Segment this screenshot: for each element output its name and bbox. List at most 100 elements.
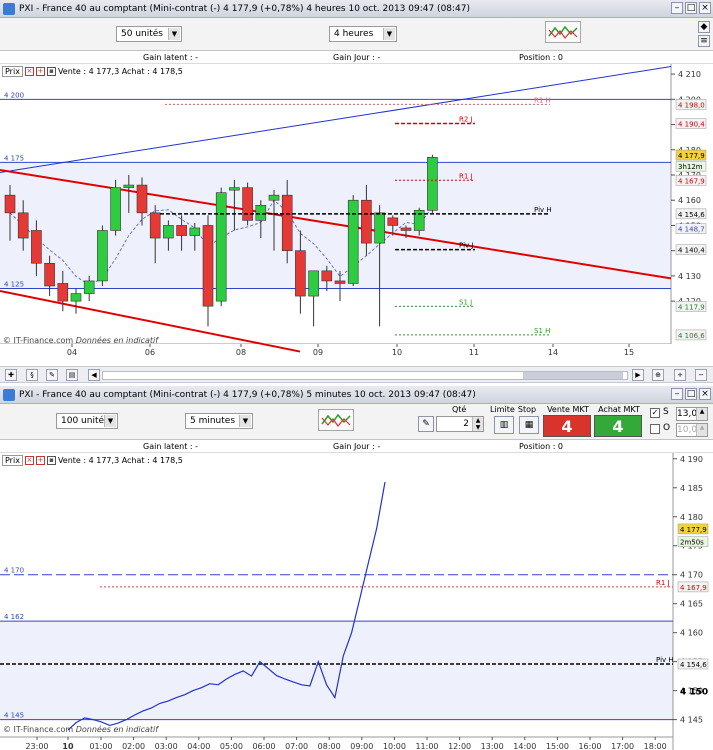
stepper-icon[interactable]: ▲	[696, 408, 707, 420]
candle-body	[400, 227, 412, 231]
top-info-bar: Gain latent : - Gain Jour : - Position :…	[0, 52, 713, 64]
edit-series-icon[interactable]: ▪	[46, 67, 56, 76]
candle-body	[136, 184, 148, 214]
price-tag[interactable]: Prix	[2, 66, 23, 77]
chevron-down-icon: ▼	[168, 28, 180, 40]
candle-body	[70, 293, 82, 302]
x-tick-label: 17:00	[611, 742, 634, 750]
stepper-icon[interactable]: ▲ ▼	[472, 417, 483, 431]
add-series-icon[interactable]: +	[35, 456, 45, 465]
bottom-line-chart[interactable]: 4 1904 1854 1804 1754 1704 1654 1604 155…	[0, 453, 713, 750]
buy-market-button[interactable]: 4 1785	[594, 415, 642, 458]
y-tick-label: 4 190	[680, 455, 703, 464]
close-icon[interactable]: ×	[699, 2, 711, 14]
candle-body	[334, 280, 346, 284]
bottom-quantity-value: 100 unités	[61, 416, 109, 426]
qty-input[interactable]: 2 ▲ ▼	[436, 416, 484, 432]
top-scrollbar[interactable]: ✚ § ✎ ▤ ◀ ▶ ⊕ + −	[0, 366, 713, 383]
top-candlestick-chart[interactable]: 4 2104 2004 1904 1804 1704 1604 1504 140…	[0, 64, 713, 367]
qty-value: 2	[463, 419, 469, 429]
y-tick-label: 4 210	[678, 70, 701, 79]
qty-label: Qté	[452, 405, 467, 414]
candle-body	[295, 250, 306, 297]
candle-body	[83, 280, 95, 294]
price-badge-text: 4 154,6	[678, 211, 705, 219]
candle-body	[202, 225, 214, 307]
candle-body	[44, 262, 55, 287]
candle-body	[4, 194, 16, 214]
top-title-bar[interactable]: PXI - France 40 au comptant (Mini-contra…	[0, 0, 713, 18]
y-tick-label: 4 170	[680, 571, 703, 580]
top-scroll-thumb[interactable]	[523, 372, 623, 379]
top-scroll-track[interactable]	[102, 371, 628, 380]
horizontal-line-label: 4 125	[4, 281, 24, 289]
x-tick-label: 02:00	[122, 742, 145, 750]
top-footer-note: © IT-Finance.com Données en indicatif	[3, 336, 158, 345]
top-window-title: PXI - France 40 au comptant (Mini-contra…	[19, 3, 471, 14]
scroll-right-icon[interactable]: ▶	[632, 369, 644, 381]
x-tick-label: 06:00	[252, 742, 275, 750]
close-series-icon[interactable]: ×	[24, 67, 34, 76]
top-quantity-select[interactable]: 50 unités ▼	[116, 26, 182, 42]
bottom-quantity-select[interactable]: 100 unités ▼	[56, 413, 118, 429]
top-period-value: 4 heures	[334, 29, 374, 39]
x-tick-label: 15	[624, 348, 634, 357]
x-tick-label: 04	[67, 348, 77, 357]
price-badge-text: 4 167,9	[678, 177, 705, 185]
candle-body	[427, 157, 438, 211]
drawing-icon[interactable]: ✎	[46, 369, 58, 381]
scroll-left-icon[interactable]: ◀	[88, 369, 100, 381]
y-tick-label: 4 130	[678, 272, 701, 281]
add-series-icon[interactable]: +	[35, 67, 45, 76]
stepper-icon[interactable]: ▲	[696, 424, 707, 436]
o-value-input[interactable]: 10,0 ▲	[676, 423, 708, 437]
top-period-select[interactable]: 4 heures ▼	[329, 26, 397, 42]
minimize-icon[interactable]: –	[671, 2, 683, 14]
price-badge-text: 4 177,9	[678, 152, 705, 160]
maximize-icon[interactable]: □	[685, 2, 697, 14]
price-tag[interactable]: Prix	[2, 455, 23, 466]
crosshair-icon[interactable]: ✚	[5, 369, 17, 381]
o-checkbox[interactable]	[650, 424, 660, 434]
bottom-period-select[interactable]: 5 minutes ▼	[185, 413, 253, 429]
buy-label: Achat MKT	[598, 405, 640, 414]
sell-market-button[interactable]: 4 1773	[543, 415, 591, 458]
edit-series-icon[interactable]: ▪	[46, 456, 56, 465]
bottom-title-bar[interactable]: PXI - France 40 au comptant (Mini-contra…	[0, 386, 713, 404]
candle-body	[268, 194, 280, 201]
price-badge-text: 4 198,0	[678, 101, 705, 109]
s-label: S	[663, 407, 669, 417]
settings-small-icon[interactable]: ≡	[698, 35, 710, 47]
x-tick-label: 13:00	[481, 742, 504, 750]
indicators-icon[interactable]	[318, 409, 354, 431]
candle-body	[242, 187, 253, 221]
minimize-icon[interactable]: –	[671, 388, 683, 400]
limit-order-icon[interactable]: ▥	[494, 416, 514, 434]
pivot-level-label: Piv H	[656, 656, 674, 664]
top-chart-area[interactable]: Prix × + ▪ Vente : 4 177,3 Achat : 4 178…	[0, 64, 713, 367]
indicators-icon[interactable]	[545, 21, 581, 43]
top-quantity-value: 50 unités	[121, 29, 163, 39]
candle-body	[176, 225, 187, 236]
candle-body	[347, 199, 359, 284]
x-tick-label: 10	[62, 742, 74, 750]
candle-body	[281, 194, 293, 251]
zoom-out-icon[interactable]: −	[695, 369, 707, 381]
zoom-in-icon[interactable]: +	[674, 369, 686, 381]
close-series-icon[interactable]: ×	[24, 456, 34, 465]
zoom-fit-icon[interactable]: ⊕	[652, 369, 664, 381]
wrench-icon[interactable]: ✎	[418, 416, 434, 432]
candle-body	[149, 212, 161, 239]
s-value-input[interactable]: 13,0 ▲	[676, 407, 708, 421]
bottom-chart-area[interactable]: Prix × + ▪ Vente : 4 177,3 Achat : 4 178…	[0, 453, 713, 750]
pin-icon[interactable]: ◆	[698, 21, 710, 33]
draw-tool-icon[interactable]: §	[26, 369, 38, 381]
top-chart-window: PXI - France 40 au comptant (Mini-contra…	[0, 0, 713, 385]
close-icon[interactable]: ×	[699, 388, 711, 400]
s-checkbox[interactable]: ✓	[650, 408, 660, 418]
bottom-chart-legend: Prix × + ▪ Vente : 4 177,3 Achat : 4 178…	[2, 455, 183, 466]
maximize-icon[interactable]: □	[685, 388, 697, 400]
candle-type-icon[interactable]: ▤	[66, 369, 78, 381]
stop-order-icon[interactable]: ▦	[519, 416, 539, 434]
pivot-level-label: Piv J	[459, 242, 473, 250]
